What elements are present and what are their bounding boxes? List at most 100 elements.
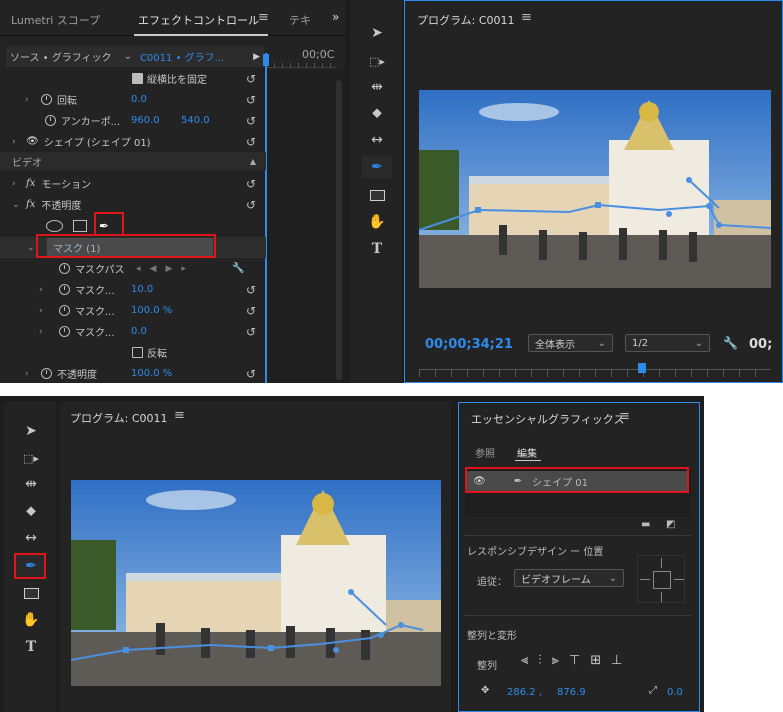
mask-expansion-value[interactable]: 0.0 <box>131 326 147 337</box>
ripple-edit-tool-icon[interactable]: ⇹ <box>16 473 46 495</box>
program-menu-icon[interactable]: ≡ <box>521 10 532 25</box>
align-left-icon[interactable]: ⫷ <box>521 653 528 668</box>
settings-wrench-icon[interactable]: 🔧 <box>723 336 738 350</box>
new-layer-icon[interactable]: ◩ <box>666 519 675 530</box>
follow-dropdown[interactable]: ビデオフレーム ⌄ <box>514 569 624 587</box>
hand-tool-icon[interactable]: ✋ <box>16 609 46 631</box>
expand-chevron-icon[interactable]: › <box>12 137 22 147</box>
expand-chevron-icon[interactable]: › <box>39 285 49 295</box>
expand-chevron-icon[interactable]: › <box>39 306 49 316</box>
razor-tool-icon[interactable]: ⬥ <box>16 500 46 522</box>
anchor-x-value[interactable]: 960.0 <box>131 115 160 126</box>
stopwatch-icon[interactable] <box>59 326 70 337</box>
position-y[interactable]: 876.9 <box>557 687 586 698</box>
resolution-dropdown[interactable]: 1/2 ⌄ <box>625 334 710 352</box>
video-frame-bottom[interactable] <box>71 480 441 686</box>
rotation-value[interactable]: 0.0 <box>131 94 147 105</box>
reset-icon[interactable]: ↺ <box>246 325 256 339</box>
play-icon[interactable]: ▶ <box>253 52 260 62</box>
overflow-chevron-icon[interactable]: » <box>332 10 339 24</box>
slip-tool-icon[interactable]: ↔ <box>362 129 392 151</box>
expand-chevron-icon[interactable]: › <box>25 369 35 379</box>
slip-tool-icon[interactable]: ↔ <box>16 527 46 549</box>
eg-menu-icon[interactable]: ≡ <box>619 409 630 424</box>
rotation-value[interactable]: 0.0 <box>667 687 683 698</box>
stopwatch-icon[interactable] <box>41 94 52 105</box>
motion-label: モーション <box>41 180 92 191</box>
program-timecode[interactable]: 00;00;34;21 <box>425 337 513 352</box>
zoom-dropdown[interactable]: 全体表示 ⌄ <box>528 334 613 352</box>
collapse-chevron-icon[interactable]: ⌄ <box>12 200 22 210</box>
wrench-icon[interactable]: 🔧 <box>232 263 244 274</box>
align-center-v-icon[interactable]: ⊞ <box>590 653 601 668</box>
align-right-icon[interactable]: ⫸ <box>552 653 559 668</box>
follow-label: 追従： <box>477 577 507 588</box>
program-menu-icon[interactable]: ≡ <box>174 408 185 423</box>
playhead-head[interactable] <box>263 54 269 66</box>
hand-tool-icon[interactable]: ✋ <box>362 211 392 233</box>
scrollbar[interactable] <box>336 80 342 380</box>
rectangle-tool-icon[interactable] <box>16 582 46 604</box>
pin-widget[interactable] <box>637 555 685 603</box>
razor-tool-icon[interactable]: ⬥ <box>362 102 392 124</box>
reset-icon[interactable]: ↺ <box>246 135 256 149</box>
track-select-tool-icon[interactable]: ⬚▸ <box>16 447 46 469</box>
ripple-edit-tool-icon[interactable]: ⇹ <box>362 76 392 98</box>
ellipse-mask-icon[interactable] <box>46 220 63 232</box>
mask-feather-value[interactable]: 10.0 <box>131 284 153 295</box>
reset-icon[interactable]: ↺ <box>246 283 256 297</box>
track-select-tool-icon[interactable]: ⬚▸ <box>362 50 392 72</box>
pen-tool-icon[interactable]: ✒ <box>362 156 392 178</box>
align-bottom-icon[interactable]: ⊥ <box>611 653 622 668</box>
expand-chevron-icon[interactable]: › <box>25 95 35 105</box>
effect-controls-panel: Lumetri スコープ エフェクトコントロール ≡ テキ » ソース • グラ… <box>0 0 345 383</box>
rectangle-tool-icon[interactable] <box>362 184 392 206</box>
tab-lumetri[interactable]: Lumetri スコープ <box>11 12 100 28</box>
new-folder-icon[interactable]: ▬ <box>641 519 650 530</box>
type-tool-icon[interactable]: T <box>362 238 392 260</box>
tab-browse[interactable]: 参照 <box>475 445 495 460</box>
mask-opacity-value[interactable]: 100.0 % <box>131 305 172 316</box>
reset-icon[interactable]: ↺ <box>246 198 256 212</box>
stopwatch-icon[interactable] <box>59 305 70 316</box>
reset-icon[interactable]: ↺ <box>246 114 256 128</box>
selection-tool-icon[interactable]: ➤ <box>16 420 46 442</box>
clip-selector[interactable]: C0011 • グラフ... <box>140 49 224 64</box>
eye-icon[interactable]: 👁 <box>26 136 39 147</box>
pen-tool-highlight-bottom <box>14 553 46 579</box>
expand-chevron-icon[interactable]: › <box>39 327 49 337</box>
layer-highlight <box>465 467 689 493</box>
program-ruler[interactable] <box>419 369 771 377</box>
program-playhead[interactable] <box>638 363 646 373</box>
tab-text[interactable]: テキ <box>289 12 311 28</box>
inverted-checkbox[interactable] <box>132 347 143 358</box>
maintain-aspect-checkbox[interactable] <box>132 73 143 84</box>
reset-icon[interactable]: ↺ <box>246 304 256 318</box>
panel-menu-icon[interactable]: ≡ <box>258 10 269 25</box>
collapse-arrow-icon[interactable]: ▲ <box>250 157 256 166</box>
reset-icon[interactable]: ↺ <box>246 72 256 86</box>
expand-chevron-icon[interactable]: › <box>12 179 22 189</box>
tab-edit[interactable]: 編集 <box>517 445 537 460</box>
clip-dropdown-chevron-icon[interactable]: ⌄ <box>124 51 132 62</box>
stopwatch-icon[interactable] <box>59 263 70 274</box>
position-x[interactable]: 286.2 <box>507 687 536 698</box>
anchor-y-value[interactable]: 540.0 <box>181 115 210 126</box>
tab-effect-controls[interactable]: エフェクトコントロール <box>138 12 259 28</box>
align-top-icon[interactable]: ⊤ <box>569 653 580 668</box>
type-tool-icon[interactable]: T <box>16 636 46 658</box>
selection-tool-icon[interactable]: ➤ <box>362 22 392 44</box>
align-center-h-icon[interactable]: ⫶ <box>538 653 541 668</box>
opacity2-value[interactable]: 100.0 % <box>131 368 172 379</box>
stopwatch-icon[interactable] <box>59 284 70 295</box>
chevron-down-icon: ⌄ <box>597 337 606 349</box>
rectangle-mask-icon[interactable] <box>73 220 87 232</box>
row-motion: › fx モーション ↺ <box>0 173 266 194</box>
video-frame[interactable] <box>419 90 771 288</box>
stopwatch-icon[interactable] <box>45 115 56 126</box>
reset-icon[interactable]: ↺ <box>246 367 256 381</box>
reset-icon[interactable]: ↺ <box>246 93 256 107</box>
mask-track-controls-icon[interactable]: ◂◀▶▸ <box>136 264 195 274</box>
stopwatch-icon[interactable] <box>41 368 52 379</box>
reset-icon[interactable]: ↺ <box>246 177 256 191</box>
